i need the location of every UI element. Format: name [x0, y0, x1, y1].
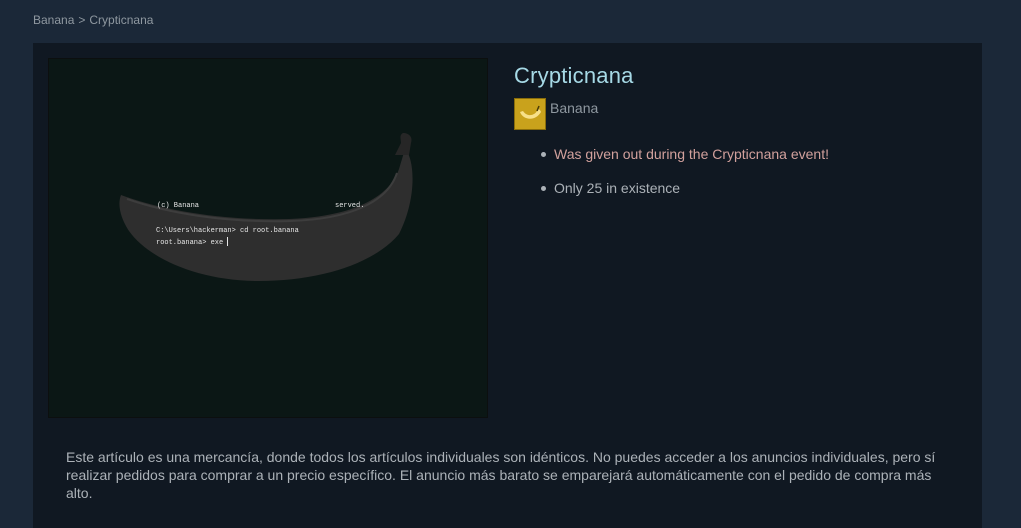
- item-panel: (c) Banana served. C:\Users\hackerman> c…: [33, 43, 982, 528]
- item-descriptions: Was given out during the Crypticnana eve…: [540, 146, 829, 214]
- terminal-line-reserved: served.: [335, 202, 364, 210]
- market-listing-page: Banana > Crypticnana (c) Banana served. C:…: [0, 0, 1021, 528]
- commodity-notice: Este artículo es una mercancía, donde to…: [66, 449, 936, 501]
- terminal-line-prompt: root.banana> exe: [156, 239, 223, 247]
- description-existence-text: Only 25 in existence: [554, 180, 681, 196]
- description-item: Only 25 in existence: [540, 180, 829, 214]
- item-image: (c) Banana served. C:\Users\hackerman> c…: [48, 58, 488, 418]
- banana-item-artwork: (c) Banana served. C:\Users\hackerman> c…: [49, 59, 487, 417]
- item-game-name: Banana: [550, 100, 599, 116]
- bullet-icon: [541, 186, 546, 191]
- breadcrumb-separator: >: [78, 13, 86, 27]
- breadcrumb-game-link[interactable]: Banana: [33, 13, 74, 27]
- banana-game-icon: [514, 98, 546, 130]
- bullet-icon: [541, 152, 546, 157]
- terminal-cursor: [227, 237, 228, 246]
- description-item: Was given out during the Crypticnana eve…: [540, 146, 829, 180]
- terminal-line-copyright: (c) Banana: [157, 202, 199, 210]
- breadcrumb: Banana > Crypticnana: [33, 13, 153, 27]
- description-event-text: Was given out during the Crypticnana eve…: [554, 146, 829, 162]
- breadcrumb-item-link[interactable]: Crypticnana: [89, 13, 153, 27]
- terminal-line-cd: C:\Users\hackerman> cd root.banana: [156, 227, 299, 235]
- item-title: Crypticnana: [514, 63, 634, 88]
